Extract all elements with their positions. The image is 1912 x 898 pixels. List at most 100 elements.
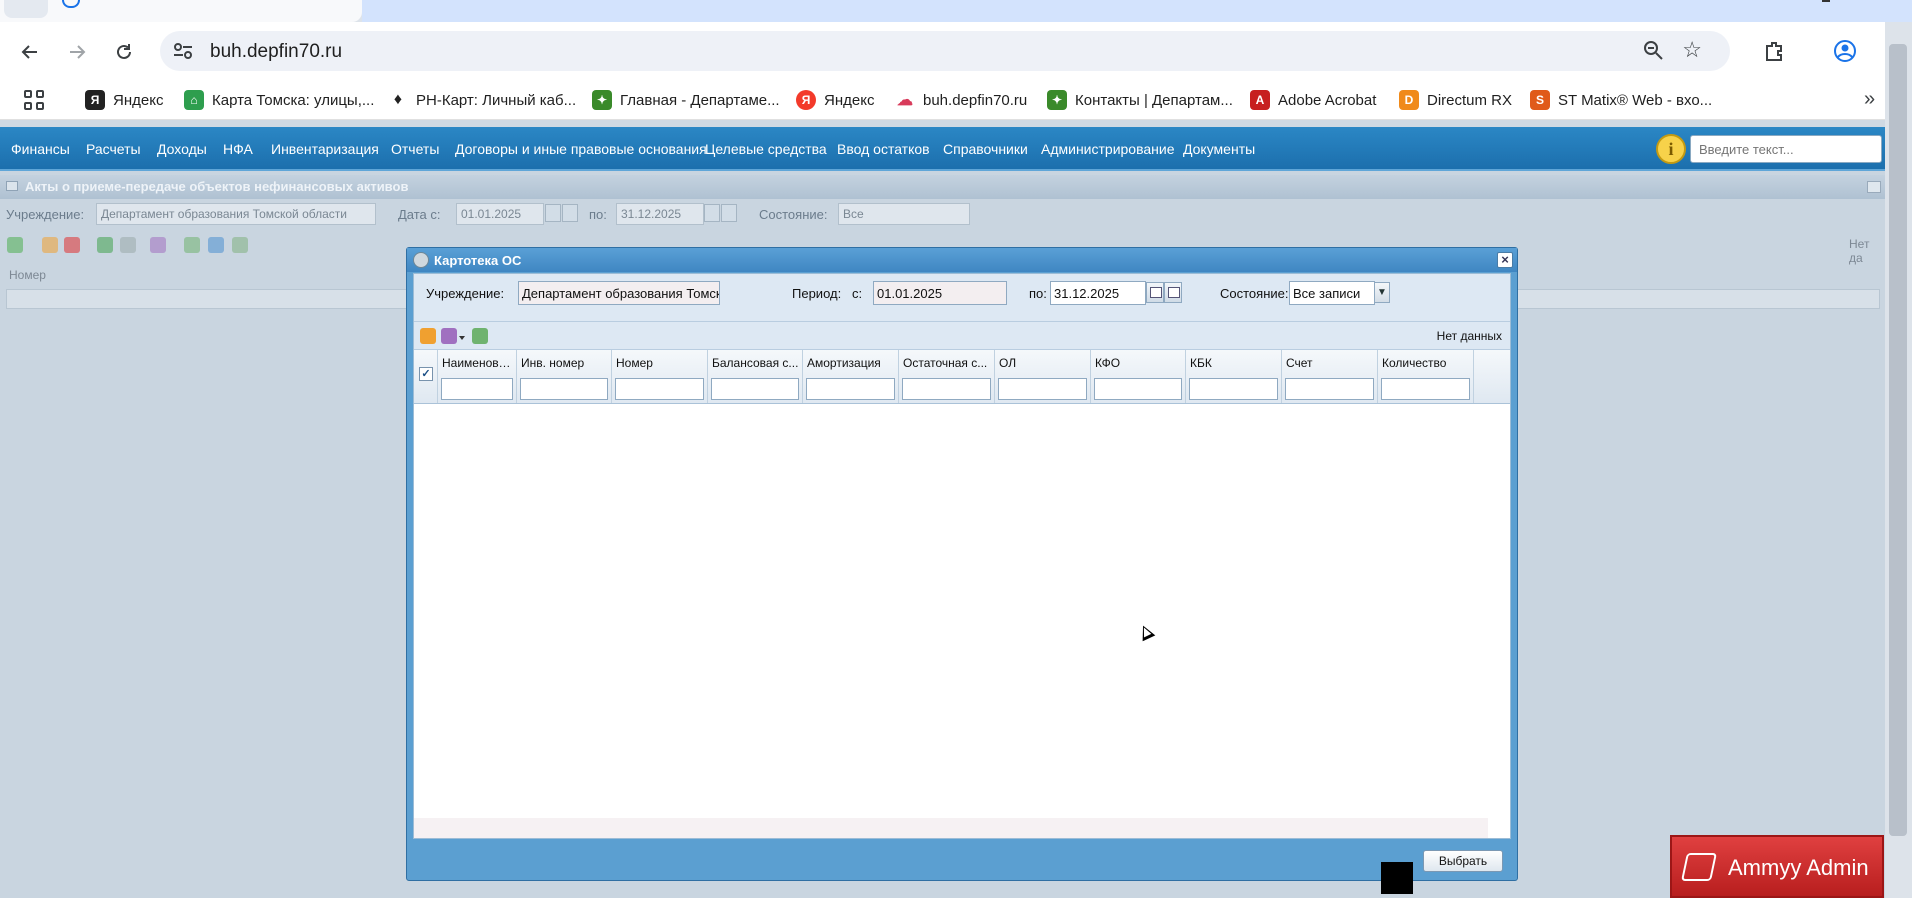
column-balance-cost[interactable]: Балансовая с... bbox=[708, 350, 803, 403]
column-depreciation[interactable]: Амортизация bbox=[803, 350, 899, 403]
bookmark-star-icon[interactable]: ☆ bbox=[1682, 37, 1702, 63]
settings-icon[interactable] bbox=[150, 237, 166, 253]
extensions-icon[interactable] bbox=[1757, 34, 1791, 68]
calendar-clear-icon[interactable] bbox=[721, 204, 737, 222]
period-from-field[interactable]: 01.01.2025 bbox=[873, 281, 1007, 305]
apps-grid-icon[interactable] bbox=[24, 90, 44, 110]
site-info-icon[interactable] bbox=[172, 41, 194, 61]
column-account[interactable]: Счет bbox=[1282, 350, 1378, 403]
menu-item-inventory[interactable]: Инвентаризация bbox=[271, 141, 379, 157]
menu-item-administration[interactable]: Администрирование bbox=[1041, 141, 1175, 157]
column-quantity[interactable]: Количество bbox=[1378, 350, 1474, 403]
delete-icon[interactable] bbox=[64, 237, 80, 253]
status-select[interactable]: Все записи bbox=[1289, 281, 1375, 305]
select-all-checkbox[interactable]: ✓ bbox=[419, 367, 433, 381]
column-name[interactable]: Наименование bbox=[438, 350, 517, 403]
refresh-icon[interactable] bbox=[472, 328, 488, 344]
bookmark-item[interactable]: ☁ buh.depfin70.ru bbox=[895, 89, 1027, 111]
filter-kfo-input[interactable] bbox=[1094, 378, 1182, 400]
column-inv-number[interactable]: Инв. номер bbox=[517, 350, 612, 403]
zoom-icon[interactable] bbox=[1642, 39, 1664, 67]
bookmark-item[interactable]: Я Яндекс bbox=[796, 89, 874, 111]
filter-residual-cost-input[interactable] bbox=[902, 378, 991, 400]
unapprove-icon[interactable] bbox=[120, 237, 136, 253]
institution-field[interactable]: Департамент образования Томск bbox=[518, 281, 720, 305]
bookmark-item[interactable]: Я Яндекс bbox=[85, 89, 163, 111]
export-icon[interactable] bbox=[184, 237, 200, 253]
filter-kbk-input[interactable] bbox=[1189, 378, 1278, 400]
filter-depreciation-input[interactable] bbox=[806, 378, 895, 400]
column-kbk[interactable]: КБК bbox=[1186, 350, 1282, 403]
menu-item-contracts[interactable]: Договоры и иные правовые основания bbox=[455, 141, 707, 157]
ammyy-admin-notification[interactable]: Ammyy Admin bbox=[1670, 835, 1884, 898]
column-header-number[interactable]: Номер bbox=[9, 268, 46, 282]
bookmark-item[interactable]: A Adobe Acrobat bbox=[1250, 89, 1376, 111]
column-kfo[interactable]: КФО bbox=[1091, 350, 1186, 403]
add-icon[interactable] bbox=[7, 237, 23, 253]
info-icon[interactable]: i bbox=[1656, 134, 1686, 164]
reload-icon[interactable] bbox=[108, 36, 140, 68]
menu-item-calculations[interactable]: Расчеты bbox=[86, 141, 141, 157]
period-to-field[interactable]: 31.12.2025 bbox=[1050, 281, 1146, 305]
menu-item-documents[interactable]: Документы bbox=[1183, 141, 1255, 157]
edit-icon[interactable] bbox=[42, 237, 58, 253]
more-bookmarks-icon[interactable]: » bbox=[1864, 88, 1875, 111]
filter-name-input[interactable] bbox=[441, 378, 513, 400]
select-button[interactable]: Выбрать bbox=[1423, 850, 1503, 872]
menu-item-finance[interactable]: Финансы bbox=[11, 141, 70, 157]
date-to-field[interactable]: 31.12.2025 bbox=[616, 203, 704, 225]
tab-search-button[interactable] bbox=[4, 0, 48, 18]
calendar-icon[interactable] bbox=[704, 204, 720, 222]
minimize-icon[interactable] bbox=[1822, 0, 1830, 2]
app-search-input[interactable] bbox=[1690, 135, 1882, 163]
filter-inv-number-input[interactable] bbox=[520, 378, 608, 400]
menu-item-nfa[interactable]: НФА bbox=[223, 141, 253, 157]
bookmark-item[interactable]: ⌂ Карта Томска: улицы,... bbox=[184, 89, 374, 111]
filter-account-input[interactable] bbox=[1285, 378, 1374, 400]
bookmark-item[interactable]: ✦ Контакты | Департам... bbox=[1047, 89, 1233, 111]
grid-horizontal-scrollbar[interactable] bbox=[414, 818, 1488, 838]
collapse-icon[interactable] bbox=[1867, 181, 1881, 193]
calendar-icon[interactable] bbox=[1146, 282, 1164, 303]
close-icon[interactable]: × bbox=[1497, 252, 1513, 268]
bookmark-item[interactable]: ✦ Главная - Департаме... bbox=[592, 89, 780, 111]
menu-item-reports[interactable]: Отчеты bbox=[391, 141, 439, 157]
dropdown-arrow-icon[interactable] bbox=[459, 336, 465, 340]
calendar-clear-icon[interactable] bbox=[1164, 282, 1182, 303]
forward-icon[interactable] bbox=[61, 36, 93, 68]
print-icon[interactable] bbox=[208, 237, 224, 253]
column-ol[interactable]: ОЛ bbox=[995, 350, 1091, 403]
chevron-down-icon[interactable]: ▼ bbox=[1374, 282, 1390, 303]
calendar-icon[interactable] bbox=[545, 204, 561, 222]
status-select[interactable]: Все bbox=[838, 203, 970, 225]
institution-field[interactable]: Департамент образования Томской области bbox=[96, 203, 376, 225]
address-bar[interactable]: buh.depfin70.ru ☆ bbox=[160, 31, 1730, 71]
menu-item-balance-entry[interactable]: Ввод остатков bbox=[837, 141, 930, 157]
menu-item-directories[interactable]: Справочники bbox=[943, 141, 1028, 157]
yandex-icon: Я bbox=[85, 90, 105, 110]
page-vertical-scrollbar[interactable] bbox=[1885, 22, 1912, 898]
column-number[interactable]: Номер bbox=[612, 350, 708, 403]
date-from-field[interactable]: 01.01.2025 bbox=[456, 203, 544, 225]
filter-balance-cost-input[interactable] bbox=[711, 378, 799, 400]
profile-icon[interactable] bbox=[1828, 34, 1862, 68]
filter-ol-input[interactable] bbox=[998, 378, 1087, 400]
approve-icon[interactable] bbox=[97, 237, 113, 253]
refresh-icon[interactable] bbox=[232, 237, 248, 253]
filter-quantity-input[interactable] bbox=[1381, 378, 1470, 400]
bookmark-item[interactable]: D Directum RX bbox=[1399, 89, 1512, 111]
edit-icon[interactable] bbox=[420, 328, 436, 344]
calendar-clear-icon[interactable] bbox=[562, 204, 578, 222]
emblem-icon: ✦ bbox=[1047, 90, 1067, 110]
menu-item-target-funds[interactable]: Целевые средства bbox=[705, 141, 827, 157]
scrollbar-thumb[interactable] bbox=[1889, 44, 1907, 836]
filter-number-input[interactable] bbox=[615, 378, 704, 400]
settings-icon[interactable] bbox=[441, 328, 457, 344]
back-icon[interactable] bbox=[14, 36, 46, 68]
bookmark-item[interactable]: S ST Matix® Web - вхо... bbox=[1530, 89, 1712, 111]
active-tab[interactable] bbox=[0, 0, 362, 22]
column-residual-cost[interactable]: Остаточная с... bbox=[899, 350, 995, 403]
menu-item-income[interactable]: Доходы bbox=[157, 141, 207, 157]
bookmark-item[interactable]: ♦ РН-Карт: Личный каб... bbox=[388, 89, 576, 111]
url-text[interactable]: buh.depfin70.ru bbox=[210, 41, 342, 63]
